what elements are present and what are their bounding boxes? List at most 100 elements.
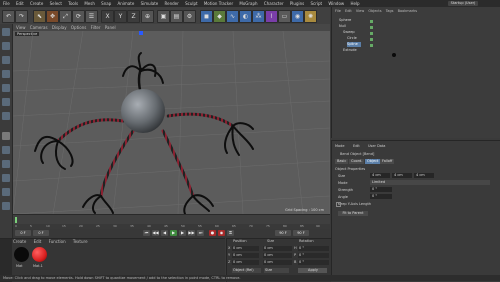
apply-button[interactable]: Apply — [298, 268, 327, 273]
menu-mesh[interactable]: Mesh — [84, 1, 95, 6]
menu-motion-tracker[interactable]: Motion Tracker — [204, 1, 233, 6]
object-item[interactable]: Circle — [347, 36, 357, 41]
strength-input[interactable]: 0 ° — [370, 187, 392, 192]
render-view-icon[interactable]: ▣ — [157, 10, 170, 23]
menu-tools[interactable]: Tools — [68, 1, 78, 6]
menu-plugins[interactable]: Plugins — [290, 1, 304, 6]
menu-window[interactable]: Window — [328, 1, 344, 6]
light-icon[interactable]: ✺ — [304, 10, 317, 23]
menu-script[interactable]: Script — [311, 1, 323, 6]
go-start-icon[interactable]: ⏮ — [143, 230, 150, 236]
workplane-icon[interactable] — [2, 70, 10, 78]
mode-select[interactable]: Limited — [370, 180, 490, 185]
am-menu-user-data[interactable]: User Data — [368, 144, 385, 148]
om-menu-tags[interactable]: Tags — [386, 9, 394, 13]
layout-select[interactable]: Startup (User) — [448, 1, 478, 6]
om-menu-edit[interactable]: Edit — [345, 9, 352, 13]
size-x-input[interactable]: 4 cm — [370, 173, 390, 178]
axis-y-button[interactable]: Y — [114, 10, 127, 23]
tab-object[interactable]: Object — [365, 159, 381, 164]
object-item[interactable]: Extrude — [343, 48, 357, 53]
tab-falloff[interactable]: Falloff — [380, 159, 395, 164]
lock-workplane-icon[interactable] — [2, 202, 10, 210]
mat-menu-function[interactable]: Function — [49, 239, 66, 244]
tab-coord[interactable]: Coord. — [349, 159, 365, 164]
mat-menu-edit[interactable]: Edit — [34, 239, 42, 244]
axis-mode-icon[interactable] — [2, 132, 10, 140]
om-menu-bookmarks[interactable]: Bookmarks — [398, 9, 418, 13]
frame-end-field[interactable]: 90 F — [275, 230, 291, 236]
axis-z-button[interactable]: Z — [127, 10, 140, 23]
object-item[interactable]: Sphere — [339, 18, 351, 23]
tweak-mode-icon[interactable] — [2, 146, 10, 154]
undo-icon[interactable]: ↶ — [2, 10, 15, 23]
material-tag-icon[interactable] — [392, 53, 396, 57]
rotation-p-field[interactable]: 0 ° — [298, 253, 329, 258]
prev-frame-icon[interactable]: ◀ — [161, 230, 168, 236]
spline-icon[interactable]: ∿ — [226, 10, 239, 23]
next-frame-icon[interactable]: ▶ — [179, 230, 186, 236]
position-x-field[interactable]: 0 cm — [232, 246, 259, 251]
coord-size-select[interactable]: Size — [264, 268, 289, 273]
scale-icon[interactable]: ⤢ — [59, 10, 72, 23]
visibility-dot-icon[interactable] — [370, 32, 373, 35]
visibility-dot-icon[interactable] — [370, 38, 373, 41]
vp-menu-view[interactable]: View — [16, 25, 26, 30]
recent-icon[interactable]: ☰ — [85, 10, 98, 23]
render-settings-icon[interactable]: ⚙ — [183, 10, 196, 23]
vp-menu-filter[interactable]: Filter — [91, 25, 101, 30]
sculpt-icon[interactable] — [2, 174, 10, 182]
move-icon[interactable]: ✥ — [46, 10, 59, 23]
visibility-dot-icon[interactable] — [370, 20, 373, 23]
menu-render[interactable]: Render — [165, 1, 179, 6]
fit-to-parent-button[interactable]: Fit to Parent — [338, 211, 368, 216]
vp-menu-panel[interactable]: Panel — [105, 25, 116, 30]
coord-mode-select[interactable]: Object (Rel) — [232, 268, 261, 273]
frame-max-field[interactable]: 90 F — [293, 230, 309, 236]
enable-snap-icon[interactable] — [2, 188, 10, 196]
menu-simulate[interactable]: Simulate — [141, 1, 159, 6]
om-menu-objects[interactable]: Objects — [368, 9, 381, 13]
vp-menu-display[interactable]: Display — [52, 25, 67, 30]
vp-menu-options[interactable]: Options — [71, 25, 86, 30]
menu-snap[interactable]: Snap — [101, 1, 111, 6]
menu-edit[interactable]: Edit — [16, 1, 24, 6]
frame-current-field[interactable]: 0 F — [33, 230, 49, 236]
object-item-selected[interactable]: Spline — [347, 42, 361, 47]
menu-help[interactable]: Help — [350, 1, 359, 6]
go-end-icon[interactable]: ⏭ — [197, 230, 204, 236]
model-mode-icon[interactable] — [2, 42, 10, 50]
position-z-field[interactable]: 0 cm — [232, 260, 259, 265]
menu-character[interactable]: Character — [264, 1, 284, 6]
visibility-dot-icon[interactable] — [370, 44, 373, 47]
menu-animate[interactable]: Animate — [118, 1, 135, 6]
om-menu-file[interactable]: File — [335, 9, 341, 13]
points-mode-icon[interactable] — [2, 84, 10, 92]
prev-key-icon[interactable]: ◀◀ — [152, 230, 159, 236]
nurbs-icon[interactable]: ◐ — [239, 10, 252, 23]
rotation-b-field[interactable]: 0 ° — [298, 260, 329, 265]
am-menu-mode[interactable]: Mode — [335, 144, 345, 148]
material-swatch-black[interactable] — [14, 247, 29, 262]
menu-create[interactable]: Create — [30, 1, 43, 6]
size-x-field[interactable]: 0 cm — [263, 246, 292, 251]
select-icon[interactable]: ⬉ — [33, 10, 46, 23]
angle-input[interactable]: 0 ° — [370, 194, 392, 199]
vp-menu-cameras[interactable]: Cameras — [30, 25, 48, 30]
size-z-field[interactable]: 0 cm — [263, 260, 292, 265]
floor-icon[interactable]: ▭ — [278, 10, 291, 23]
visibility-dot-icon[interactable] — [370, 26, 373, 29]
om-menu-view[interactable]: View — [356, 9, 364, 13]
position-y-field[interactable]: 0 cm — [232, 253, 259, 258]
render-picture-viewer-icon[interactable]: ▤ — [170, 10, 183, 23]
am-menu-edit[interactable]: Edit — [353, 144, 360, 148]
coordinate-system-icon[interactable]: ⊕ — [141, 10, 154, 23]
make-editable-icon[interactable] — [2, 28, 10, 36]
menu-select[interactable]: Select — [50, 1, 62, 6]
subdivision-icon[interactable]: ◆ — [213, 10, 226, 23]
menu-mograph[interactable]: MoGraph — [239, 1, 257, 6]
record-icon[interactable]: ● — [209, 230, 216, 236]
next-key-icon[interactable]: ▶▶ — [188, 230, 195, 236]
axis-x-button[interactable]: X — [101, 10, 114, 23]
tab-basic[interactable]: Basic — [335, 159, 349, 164]
